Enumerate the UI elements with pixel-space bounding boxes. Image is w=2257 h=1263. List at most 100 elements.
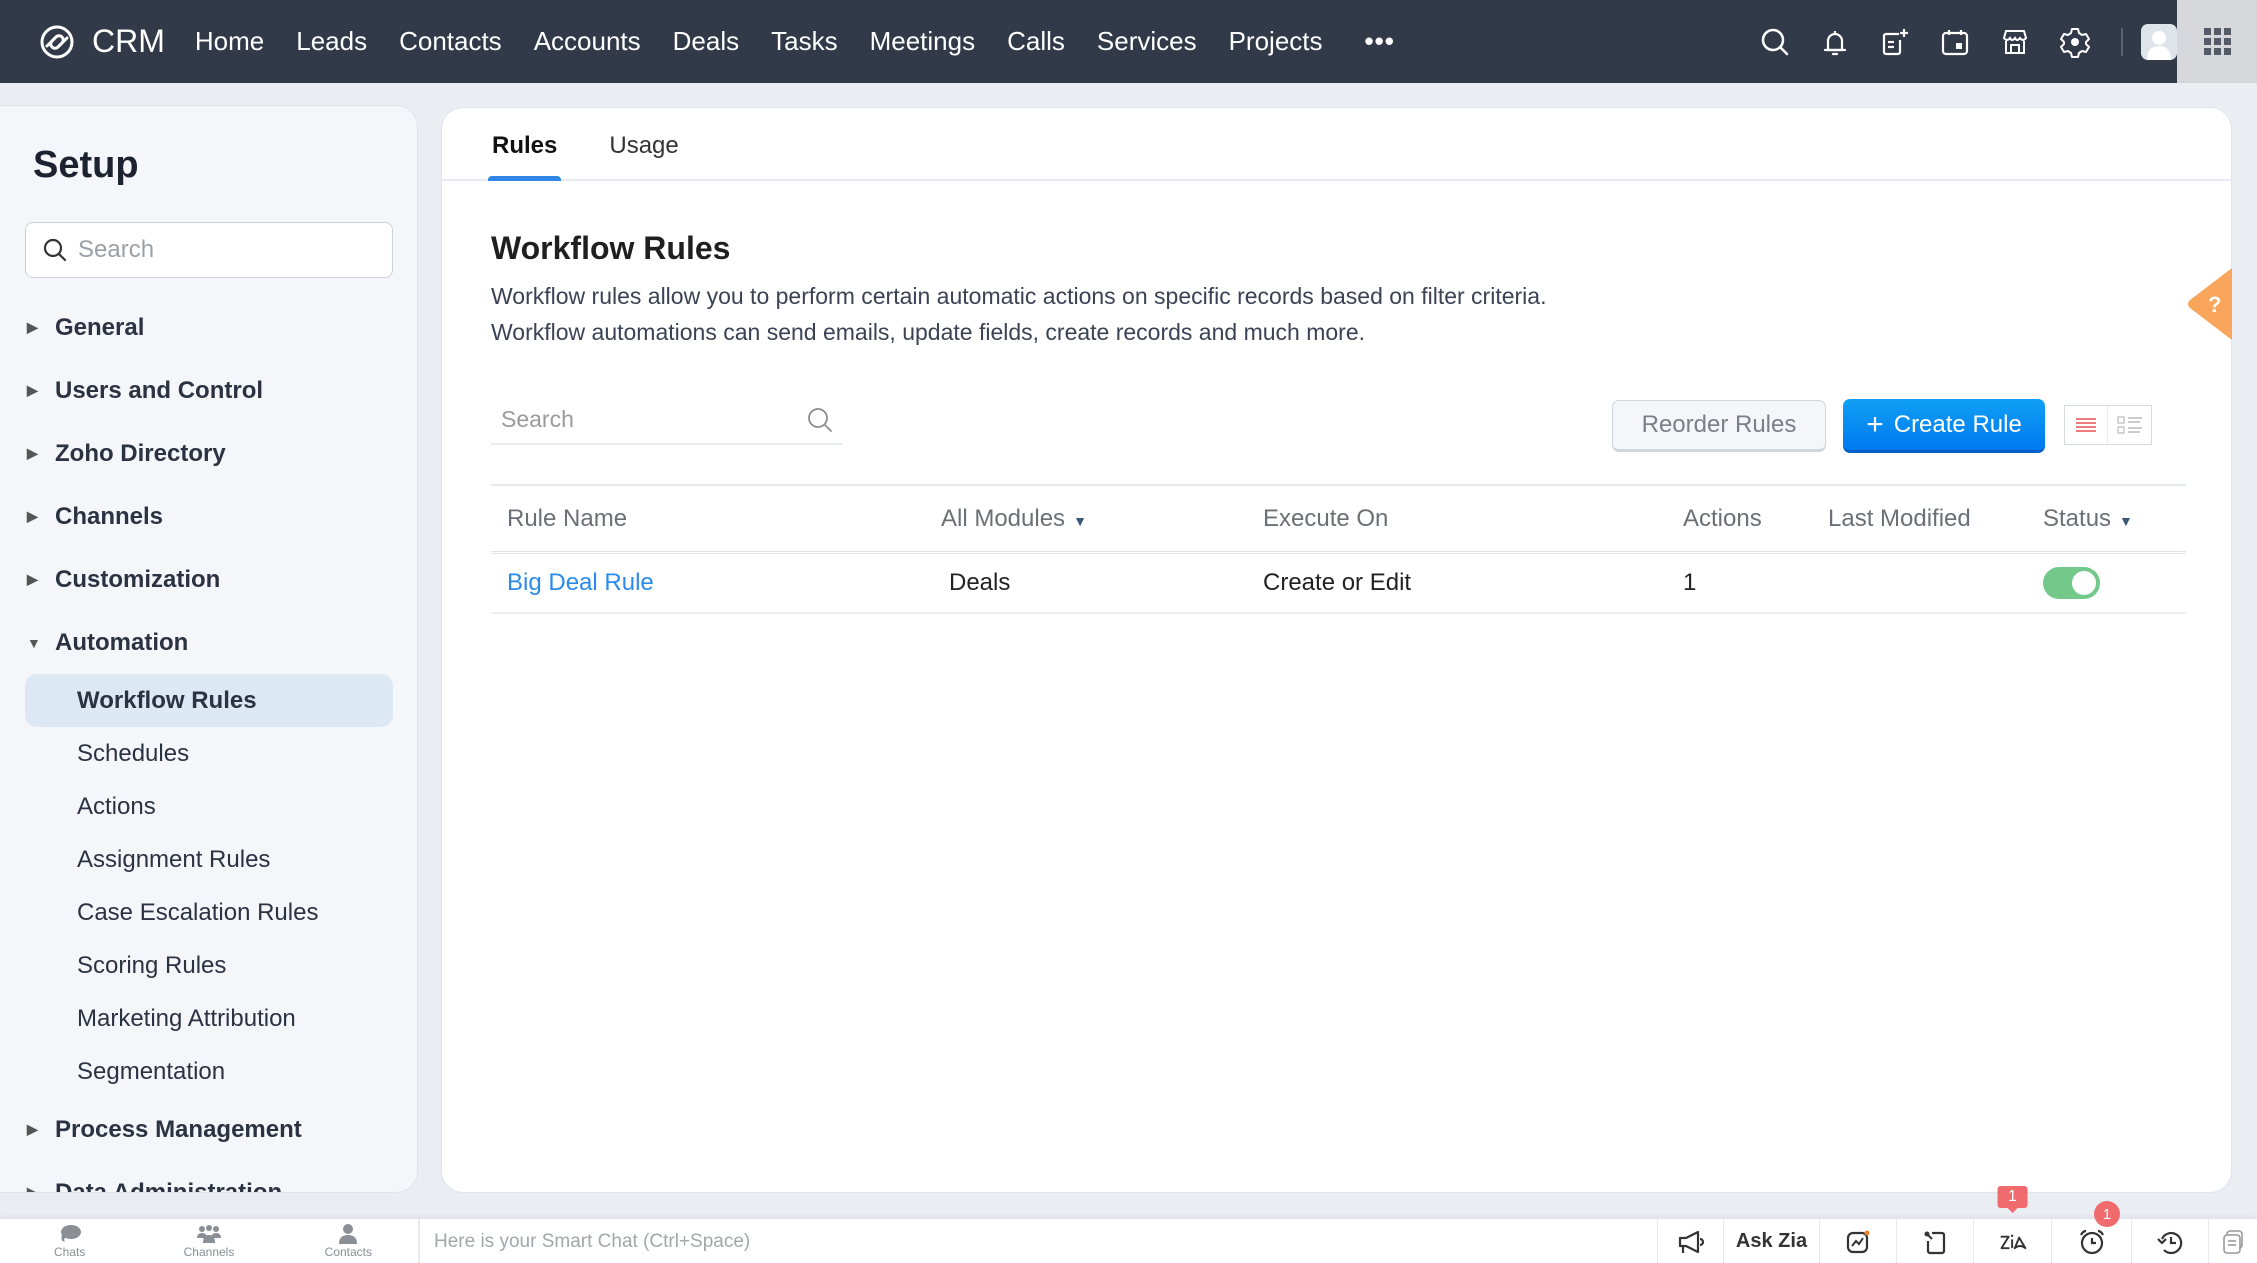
calendar-icon [1941,29,1969,55]
search-icon [43,238,67,262]
status-toggle[interactable] [2043,567,2100,599]
apps-grid-icon [2203,28,2231,55]
bottom-right-tools: Ask Zia 1 1 [1657,1186,2257,1263]
search-icon [1761,28,1789,55]
create-rule-button[interactable]: + Create Rule [1843,399,2045,453]
megaphone-icon [1678,1230,1704,1253]
sidebar-item-marketing-attribution[interactable]: Marketing Attribution [25,992,393,1045]
settings-button[interactable] [2055,22,2095,62]
avatar[interactable] [2141,23,2177,60]
list-view-button[interactable] [2065,406,2108,444]
analytics-icon [1846,1230,1870,1253]
apps-launcher-button[interactable] [2177,0,2257,83]
rules-table: Rule Name All Modules ▼ Execute On Action… [491,484,2186,614]
nav-projects[interactable]: Projects [1229,26,1323,57]
sidebar-section-users-and-control[interactable]: ▶ Users and Control [25,359,393,422]
nav-services[interactable]: Services [1097,26,1197,57]
sidebar-section-process-management[interactable]: ▶ Process Management [25,1098,393,1161]
table-row: Big Deal Rule Deals Create or Edit 1 [491,554,2186,614]
nav-calls[interactable]: Calls [1007,26,1065,57]
nav-meetings[interactable]: Meetings [870,26,976,57]
reorder-rules-button[interactable]: Reorder Rules [1612,400,1826,452]
dropdown-caret-icon[interactable]: ▼ [2119,513,2133,529]
sidebar-section-customization[interactable]: ▶ Customization [25,548,393,611]
zia-button[interactable]: 1 [1973,1186,2051,1263]
contacts-button[interactable]: Contacts [279,1219,418,1263]
reminders-badge: 1 [2094,1201,2120,1227]
top-navigation-bar: CRM Home Leads Contacts Accounts Deals T… [0,0,2257,83]
svg-text:?: ? [2208,292,2221,317]
setup-search[interactable] [25,222,393,278]
pinned-note-icon [1924,1231,1946,1254]
recent-history-button[interactable] [2131,1219,2208,1263]
nav-leads[interactable]: Leads [296,26,367,57]
marketplace-button[interactable] [1995,22,2035,62]
create-new-button[interactable] [1875,22,1915,62]
sidebar-item-actions[interactable]: Actions [25,780,393,833]
col-execute-on: Execute On [1263,504,1389,532]
setup-menu: ▶ General ▶ Users and Control ▶ Zoho Direct… [25,296,393,1193]
setup-search-input[interactable] [78,236,378,264]
nav-deals[interactable]: Deals [673,26,739,57]
list-view-icon [2076,418,2096,432]
ask-zia-button[interactable]: Ask Zia [1723,1219,1819,1263]
reminders-button[interactable]: 1 [2051,1201,2131,1263]
nav-accounts[interactable]: Accounts [534,26,641,57]
search-button[interactable] [1755,22,1795,62]
marketplace-icon [2002,29,2028,54]
page-description: Workflow rules allow you to perform cert… [491,283,1547,345]
detail-view-button[interactable] [2108,406,2151,444]
smart-chat[interactable] [418,1219,1658,1263]
toggle-knob [2072,571,2096,595]
sidebar-section-data-administration[interactable]: ▶ Data Administration [25,1161,393,1193]
rules-search-input[interactable] [491,405,791,433]
contacts-icon [339,1224,358,1244]
sidebar-item-schedules[interactable]: Schedules [25,727,393,780]
announcements-button[interactable] [1657,1219,1723,1263]
rules-search[interactable] [491,395,843,445]
crm-logo[interactable]: CRM [32,23,165,60]
sidebar-section-general[interactable]: ▶ General [25,296,393,359]
rule-actions-count: 1 [1683,569,1697,596]
caret-right-icon: ▶ [27,319,38,335]
sidebar-section-automation[interactable]: ▼ Automation [25,611,393,674]
rule-module: Deals [949,569,1011,596]
tab-rules[interactable]: Rules [487,108,562,181]
col-all-modules[interactable]: All Modules ▼ [941,505,1263,533]
notifications-button[interactable] [1815,22,1855,62]
rule-execute-on: Create or Edit [1263,569,1412,596]
analytics-button[interactable] [1819,1219,1896,1263]
recent-items-button[interactable] [2208,1219,2257,1263]
help-button[interactable]: ? [2186,268,2232,340]
sidebar-item-workflow-rules[interactable]: Workflow Rules [25,674,393,727]
smart-chat-input[interactable] [434,1230,1534,1253]
sidebar-item-assignment-rules[interactable]: Assignment Rules [25,833,393,886]
gear-icon [2060,27,2090,58]
more-modules-button[interactable]: ••• [1365,26,1395,57]
channels-button[interactable]: Channels [139,1219,278,1263]
col-status[interactable]: Status ▼ [2043,505,2183,533]
sidebar-item-segmentation[interactable]: Segmentation [25,1045,393,1098]
nav-tasks[interactable]: Tasks [771,26,837,57]
sidebar-item-scoring-rules[interactable]: Scoring Rules [25,939,393,992]
col-rule-name: Rule Name [507,504,628,532]
nav-home[interactable]: Home [195,26,264,57]
rule-name-link[interactable]: Big Deal Rule [507,569,654,596]
calendar-button[interactable] [1935,22,1975,62]
dropdown-caret-icon[interactable]: ▼ [1073,513,1087,529]
module-nav: Home Leads Contacts Accounts Deals Tasks… [195,26,1395,57]
sidebar-item-case-escalation-rules[interactable]: Case Escalation Rules [25,886,393,939]
caret-right-icon: ▶ [27,382,38,398]
sidebar-section-zoho-directory[interactable]: ▶ Zoho Directory [25,422,393,485]
nav-contacts[interactable]: Contacts [399,26,502,57]
view-toggle [2064,405,2152,445]
page-title: Workflow Rules [491,230,731,266]
notes-button[interactable] [1896,1219,1973,1263]
chats-button[interactable]: Chats [0,1219,139,1263]
search-icon[interactable] [805,405,835,435]
tab-usage[interactable]: Usage [609,108,678,179]
zia-notification-badge: 1 [1997,1186,2028,1213]
detail-view-icon [2116,416,2142,434]
setup-sidebar: Setup ▶General ▶Users and Control ▶Zoho … [0,105,418,1193]
sidebar-section-channels[interactable]: ▶ Channels [25,485,393,548]
